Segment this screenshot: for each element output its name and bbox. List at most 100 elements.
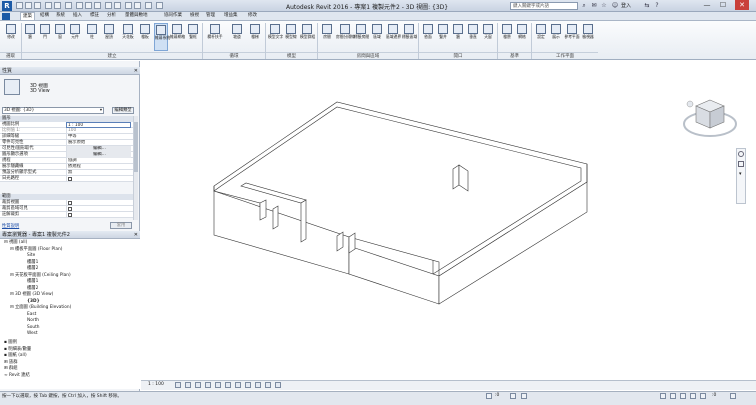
subscription-icon[interactable]: ✉ bbox=[590, 2, 598, 10]
window-button[interactable]: 窗 bbox=[53, 23, 67, 51]
ramp-button[interactable]: 坡道 bbox=[230, 23, 244, 51]
sun-path-icon[interactable] bbox=[195, 382, 201, 388]
area-boundary-button[interactable]: 區域邊界 bbox=[386, 23, 401, 51]
minimize-button[interactable]: — bbox=[700, 0, 714, 10]
annotation-crop-checkbox[interactable] bbox=[68, 213, 72, 217]
area-button[interactable]: 區域 bbox=[370, 23, 384, 51]
close-icon[interactable]: ✕ bbox=[134, 67, 138, 75]
tree-item-elevation[interactable]: ⊟ 立面圖 (Building Elevation) bbox=[10, 305, 71, 312]
tab-structure[interactable]: 結構 bbox=[38, 12, 51, 20]
stair-button[interactable]: 樓梯 bbox=[248, 23, 262, 51]
crop-view-icon[interactable] bbox=[225, 382, 231, 388]
reveal-hidden-icon[interactable] bbox=[265, 382, 271, 388]
tab-analyze[interactable]: 分析 bbox=[105, 12, 118, 20]
model-group-button[interactable]: 模型群組 bbox=[300, 23, 315, 51]
crop-region-icon[interactable] bbox=[235, 382, 241, 388]
modify-button[interactable]: 修改 bbox=[3, 23, 19, 51]
prop-row[interactable]: 註解裁剪 bbox=[0, 212, 133, 218]
apply-button[interactable]: 套用 bbox=[110, 222, 132, 229]
ref-plane-button[interactable]: 參考平面 bbox=[564, 23, 580, 51]
vertical-opening-button[interactable]: 垂直 bbox=[466, 23, 480, 51]
tab-architecture[interactable]: 建築 bbox=[20, 12, 35, 20]
panel-room-area-label[interactable]: 房間與區域 bbox=[318, 52, 418, 60]
shaft-button[interactable]: 豎井 bbox=[436, 23, 450, 51]
tree-item-ceiling-plan[interactable]: ⊟ 天花板平面圖 (Ceiling Plan) bbox=[10, 273, 71, 280]
filter-icon[interactable] bbox=[730, 393, 736, 399]
tab-add-ins[interactable]: 增益集 bbox=[222, 12, 240, 20]
tab-massing-site[interactable]: 量體與敷地 bbox=[123, 12, 150, 20]
zoom-icon[interactable] bbox=[738, 161, 744, 167]
door-button[interactable]: 門 bbox=[38, 23, 52, 51]
visual-style-icon[interactable] bbox=[185, 382, 191, 388]
curtain-grid-button[interactable]: 帷幕網格 bbox=[170, 23, 185, 51]
dormer-button[interactable]: 天窗 bbox=[481, 23, 495, 51]
temp-hide-icon[interactable] bbox=[255, 382, 261, 388]
room-button[interactable]: 房間 bbox=[320, 23, 334, 51]
tag-icon[interactable] bbox=[94, 2, 101, 9]
tab-insert[interactable]: 插入 bbox=[71, 12, 84, 20]
design-options-icon[interactable] bbox=[510, 393, 516, 399]
show-workplane-button[interactable]: 展示 bbox=[549, 23, 563, 51]
wall-button[interactable]: 牆 bbox=[23, 23, 37, 51]
3d-view-icon[interactable] bbox=[105, 2, 112, 9]
set-workplane-button[interactable]: 設定 bbox=[534, 23, 548, 51]
ceiling-button[interactable]: 天花板 bbox=[119, 23, 137, 51]
room-separator-button[interactable]: 房間分隔線 bbox=[336, 23, 355, 51]
save-icon[interactable] bbox=[25, 2, 32, 9]
component-button[interactable]: 元件 bbox=[68, 23, 82, 51]
application-menu-button[interactable] bbox=[2, 13, 10, 20]
measure-icon[interactable] bbox=[76, 2, 83, 9]
select-links-icon[interactable] bbox=[660, 393, 666, 399]
section-icon[interactable] bbox=[114, 2, 121, 9]
curtain-system-button[interactable]: 帷幕系統 bbox=[154, 23, 170, 51]
edit-type-button[interactable]: 編輯類型 bbox=[112, 107, 134, 114]
binoculars-icon[interactable]: ⌕ bbox=[580, 2, 588, 10]
select-pinned-icon[interactable] bbox=[680, 393, 686, 399]
drawing-area[interactable] bbox=[141, 61, 756, 380]
detail-level-icon[interactable] bbox=[175, 382, 181, 388]
worksets-icon[interactable] bbox=[486, 393, 492, 399]
railing-button[interactable]: 欄杆扶手 bbox=[205, 23, 225, 51]
viewcube[interactable] bbox=[680, 96, 740, 142]
shadows-icon[interactable] bbox=[205, 382, 211, 388]
dimension-icon[interactable] bbox=[85, 2, 92, 9]
user-icon[interactable]: ☺ bbox=[611, 2, 619, 10]
crop-view-checkbox[interactable] bbox=[68, 201, 72, 205]
switch-windows-icon[interactable] bbox=[145, 2, 152, 9]
mullion-button[interactable]: 豎框 bbox=[186, 23, 200, 51]
model-line-button[interactable]: 模型線 bbox=[284, 23, 298, 51]
select-underlay-icon[interactable] bbox=[670, 393, 676, 399]
maximize-button[interactable]: ☐ bbox=[716, 0, 730, 10]
roof-button[interactable]: 屋頂 bbox=[102, 23, 116, 51]
zoom-dropdown-icon[interactable]: ▾ bbox=[739, 171, 742, 177]
login-label[interactable]: 登入 bbox=[621, 2, 631, 9]
app-logo[interactable]: R bbox=[2, 1, 12, 11]
properties-scrollbar[interactable] bbox=[133, 116, 138, 220]
tag-area-button[interactable]: 標籤區域 bbox=[402, 23, 417, 51]
tab-view[interactable]: 檢視 bbox=[188, 12, 201, 20]
sync-icon[interactable] bbox=[34, 2, 41, 9]
grid-button[interactable]: 網格 bbox=[515, 23, 529, 51]
print-icon[interactable] bbox=[65, 2, 72, 9]
properties-help-link[interactable]: 性質說明 bbox=[2, 223, 19, 229]
viewer-button[interactable]: 檢視器 bbox=[580, 23, 596, 51]
sun-path-checkbox[interactable] bbox=[68, 177, 72, 181]
steering-wheel-icon[interactable] bbox=[738, 151, 744, 157]
open-icon[interactable] bbox=[16, 2, 23, 9]
panel-select-label[interactable]: 選取 bbox=[0, 52, 21, 60]
qat-dropdown-icon[interactable] bbox=[156, 2, 163, 9]
by-face-button[interactable]: 依面 bbox=[421, 23, 435, 51]
floor-button[interactable]: 樓板 bbox=[138, 23, 152, 51]
search-input[interactable]: 鍵入關鍵字或片語 bbox=[510, 2, 578, 10]
thin-lines-icon[interactable] bbox=[125, 2, 132, 9]
close-button[interactable]: ✕ bbox=[735, 0, 749, 10]
level-button[interactable]: 樓層 bbox=[500, 23, 514, 51]
lock-view-icon[interactable] bbox=[245, 382, 251, 388]
close-hidden-icon[interactable] bbox=[134, 2, 141, 9]
prop-row[interactable]: 日光路徑 bbox=[0, 176, 133, 182]
tab-annotate[interactable]: 標註 bbox=[88, 12, 101, 20]
view-scale-button[interactable]: 1 : 100 bbox=[148, 382, 164, 387]
tag-room-button[interactable]: 標籤房間 bbox=[354, 23, 369, 51]
analytical-model-icon[interactable] bbox=[275, 382, 281, 388]
main-model-icon[interactable] bbox=[521, 393, 527, 399]
